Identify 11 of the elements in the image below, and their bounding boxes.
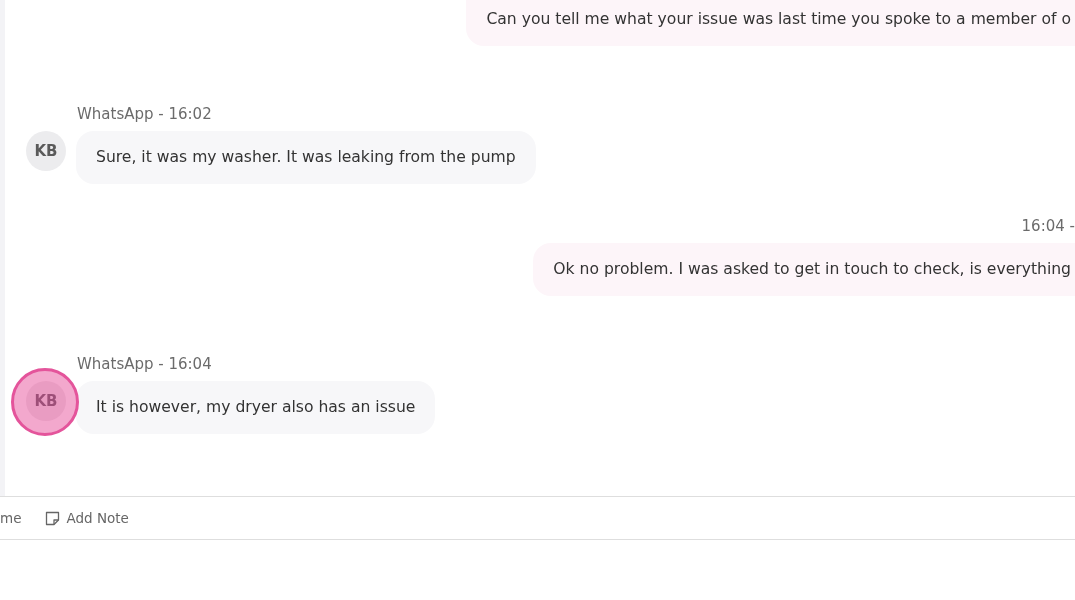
message-bubble: Sure, it was my washer. It was leaking from the pump <box>76 131 536 184</box>
message-channel-time: WhatsApp - 16:02 <box>77 105 212 123</box>
note-icon <box>45 510 61 526</box>
avatar[interactable]: KB <box>26 131 66 171</box>
message-channel-time: WhatsApp - 16:04 <box>77 355 212 373</box>
message-bubble: It is however, my dryer also has an issue <box>76 381 436 434</box>
message-time: 16:04 - <box>1021 217 1075 235</box>
toolbar-button[interactable]: me <box>0 510 22 526</box>
message-bubble: Ok no problem. I was asked to get in touch to check, is everything <box>533 243 1075 296</box>
message-bubble: Can you tell me what your issue was last time you spoke to a member of o <box>466 0 1075 46</box>
add-note-button[interactable]: Add Note <box>45 510 129 526</box>
